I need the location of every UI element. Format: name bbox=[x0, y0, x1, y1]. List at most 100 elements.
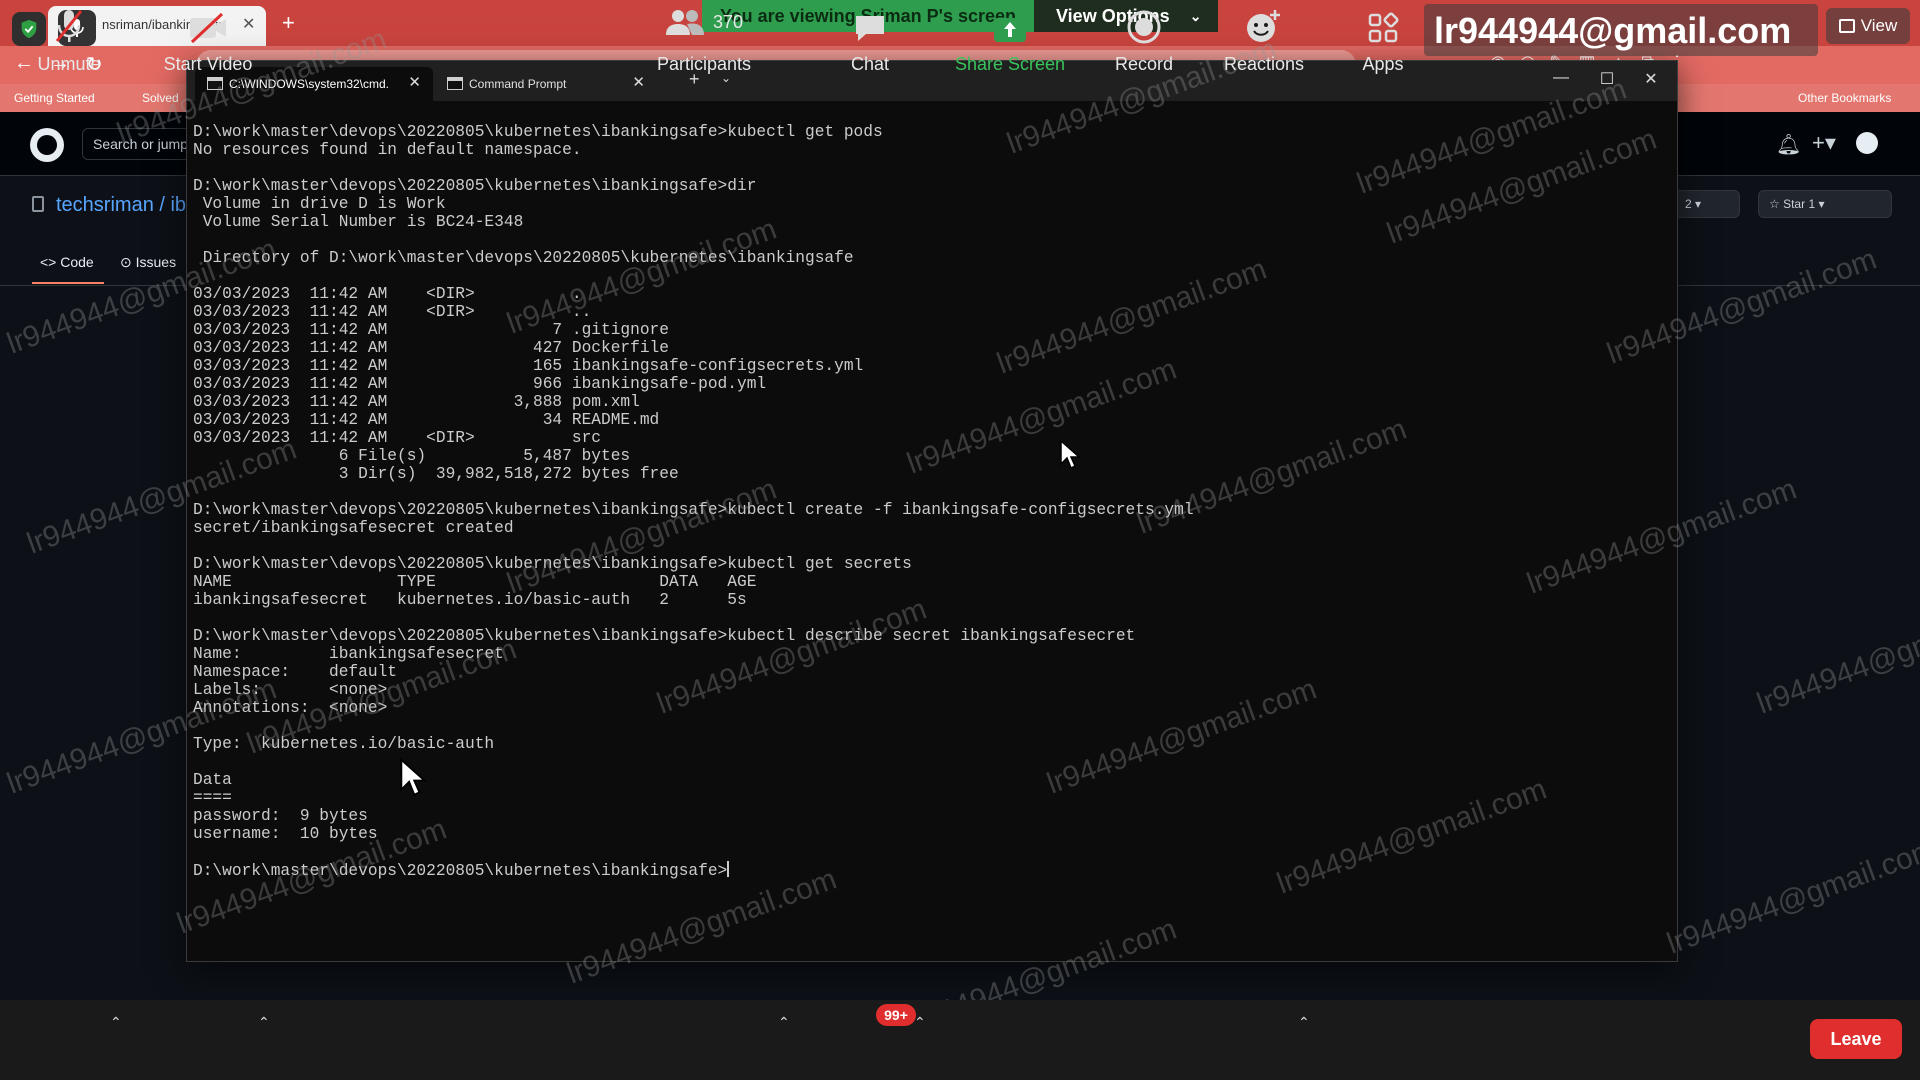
terminal-line: D:\work\master\devops\20220805\kubernete… bbox=[193, 627, 1136, 645]
close-window-icon[interactable]: ✕ bbox=[1639, 69, 1663, 89]
terminal-titlebar: C:\WINDOWS\system32\cmd. ✕ Command Promp… bbox=[187, 61, 1677, 101]
close-tab-icon[interactable]: ✕ bbox=[408, 73, 421, 91]
tab-issues-label: Issues bbox=[135, 254, 177, 270]
terminal-line: 3 Dir(s) 39,982,518,272 bytes free bbox=[193, 465, 679, 483]
apps-icon bbox=[1367, 0, 1399, 44]
watch-count-button[interactable]: 2 ▾ bbox=[1674, 190, 1740, 218]
text-cursor bbox=[727, 861, 730, 877]
share-screen-button[interactable]: Share Screen bbox=[950, 0, 1070, 80]
screen: nsriman/ibankingsafe ✕ + ← → ↻ ◉◎✎▥▲⧉⋮ G… bbox=[0, 0, 1920, 1080]
github-logo-icon[interactable] bbox=[30, 128, 64, 162]
mouse-pointer-icon bbox=[1060, 440, 1080, 470]
terminal-line: No resources found in default namespace. bbox=[193, 141, 582, 159]
terminal-tab-command-prompt[interactable]: Command Prompt ✕ bbox=[435, 67, 657, 101]
muted-microphone-icon bbox=[54, 0, 84, 44]
star-count: 1 bbox=[1808, 197, 1816, 211]
chevron-up-icon[interactable]: ⌃ bbox=[1298, 1014, 1310, 1031]
reactions-label: Reactions bbox=[1223, 54, 1305, 74]
view-button-label: View bbox=[1860, 16, 1898, 35]
view-grid-icon bbox=[1838, 19, 1855, 33]
tab-code-label: Code bbox=[60, 254, 94, 270]
record-button[interactable]: Record bbox=[1104, 0, 1184, 80]
terminal-line: Namespace: default bbox=[193, 663, 397, 681]
chevron-up-icon[interactable]: ⌃ bbox=[778, 1014, 790, 1031]
tab-code[interactable]: <> Code bbox=[40, 254, 94, 270]
terminal-line: password: 9 bytes bbox=[193, 807, 368, 825]
view-button[interactable]: View bbox=[1826, 8, 1910, 44]
chevron-up-icon[interactable]: ⌃ bbox=[258, 1014, 270, 1031]
terminal-line: Type: kubernetes.io/basic-auth bbox=[193, 735, 495, 753]
other-bookmarks[interactable]: Other Bookmarks bbox=[1798, 91, 1891, 105]
start-video-button[interactable]: Start Video bbox=[158, 0, 258, 80]
active-tab-underline bbox=[32, 282, 104, 284]
reactions-button[interactable]: Reactions bbox=[1218, 0, 1310, 80]
terminal-line: 03/03/2023 11:42 AM 7 .gitignore bbox=[193, 321, 669, 339]
terminal-line: username: 10 bytes bbox=[193, 825, 378, 843]
email-watermark-overlay: lr944944@gmail.com bbox=[1424, 4, 1818, 56]
start-video-label: Start Video bbox=[163, 54, 253, 74]
participants-button[interactable]: 370 Participants bbox=[650, 0, 758, 80]
unmute-label: Unmute bbox=[37, 54, 101, 74]
terminal-window[interactable]: C:\WINDOWS\system32\cmd. ✕ Command Promp… bbox=[186, 60, 1678, 962]
terminal-line: D:\work\master\devops\20220805\kubernete… bbox=[193, 123, 883, 141]
terminal-line: 6 File(s) 5,487 bytes bbox=[193, 447, 631, 465]
terminal-line: 03/03/2023 11:42 AM <DIR> .. bbox=[193, 303, 592, 321]
participant-count: 370 bbox=[712, 11, 744, 32]
terminal-line: 03/03/2023 11:42 AM 165 ibankingsafe-con… bbox=[193, 357, 864, 375]
terminal-line: 03/03/2023 11:42 AM 34 README.md bbox=[193, 411, 660, 429]
github-search-input[interactable]: Search or jump bbox=[82, 128, 192, 160]
chat-unread-badge: 99+ bbox=[876, 1004, 916, 1026]
terminal-line: D:\work\master\devops\20220805\kubernete… bbox=[193, 501, 1194, 519]
chevron-up-icon[interactable]: ⌃ bbox=[914, 1014, 926, 1031]
notification-bell-icon[interactable]: 🔔︎ bbox=[1776, 132, 1801, 157]
create-plus-icon[interactable]: +▾ bbox=[1812, 130, 1836, 156]
leave-button[interactable]: Leave bbox=[1810, 1019, 1902, 1059]
terminal-line: Volume Serial Number is BC24-E348 bbox=[193, 213, 524, 231]
terminal-line: ibankingsafesecret kubernetes.io/basic-a… bbox=[193, 591, 747, 609]
share-screen-label: Share Screen bbox=[954, 54, 1066, 74]
terminal-line: Volume in drive D is Work bbox=[193, 195, 446, 213]
apps-button[interactable]: Apps bbox=[1350, 0, 1416, 80]
terminal-line: 03/03/2023 11:42 AM 3,888 pom.xml bbox=[193, 393, 640, 411]
star-label: Star bbox=[1783, 197, 1806, 211]
terminal-line: Directory of D:\work\master\devops\20220… bbox=[193, 249, 854, 267]
terminal-prompt-line[interactable]: D:\work\master\devops\20220805\kubernete… bbox=[193, 861, 1669, 880]
record-label: Record bbox=[1114, 54, 1174, 74]
zoom-toolbar bbox=[0, 1000, 1920, 1080]
terminal-line: 03/03/2023 11:42 AM 427 Dockerfile bbox=[193, 339, 669, 357]
repo-title[interactable]: techsriman / ib bbox=[56, 194, 186, 217]
apps-label: Apps bbox=[1362, 54, 1404, 74]
terminal-line: Labels: <none> bbox=[193, 681, 388, 699]
new-tab-icon[interactable]: + bbox=[282, 10, 295, 36]
tab-issues[interactable]: ⊙ Issues bbox=[120, 254, 176, 271]
terminal-line: Annotations: <none> bbox=[193, 699, 388, 717]
terminal-line: NAME TYPE DATA AGE bbox=[193, 573, 757, 591]
chat-button[interactable]: Chat bbox=[840, 0, 900, 80]
star-button[interactable]: ☆ Star 1 ▾ bbox=[1758, 190, 1892, 218]
bookmark-solved[interactable]: Solved bbox=[142, 91, 179, 105]
close-tab-icon[interactable]: ✕ bbox=[632, 73, 645, 91]
terminal-tab-title: Command Prompt bbox=[469, 77, 567, 91]
chat-label: Chat bbox=[850, 54, 890, 74]
video-off-icon bbox=[188, 0, 228, 44]
maximize-icon[interactable]: ☐ bbox=[1595, 69, 1619, 89]
unmute-button[interactable]: Unmute bbox=[30, 0, 108, 80]
terminal-output[interactable]: D:\work\master\devops\20220805\kubernete… bbox=[193, 123, 1669, 953]
avatar[interactable] bbox=[1856, 132, 1878, 154]
chevron-down-icon: ⌄ bbox=[1189, 7, 1202, 24]
terminal-line: secret/ibankingsafesecret created bbox=[193, 519, 514, 537]
bookmark-getting-started[interactable]: Getting Started bbox=[14, 91, 95, 105]
terminal-line: 03/03/2023 11:42 AM 966 ibankingsafe-pod… bbox=[193, 375, 767, 393]
participants-label: Participants bbox=[656, 54, 752, 74]
terminal-line: Name: ibankingsafesecret bbox=[193, 645, 504, 663]
chat-bubble-icon bbox=[852, 0, 888, 44]
minimize-icon[interactable]: — bbox=[1549, 69, 1573, 87]
chevron-up-icon[interactable]: ⌃ bbox=[110, 1014, 122, 1031]
reactions-smiley-icon bbox=[1245, 0, 1283, 44]
